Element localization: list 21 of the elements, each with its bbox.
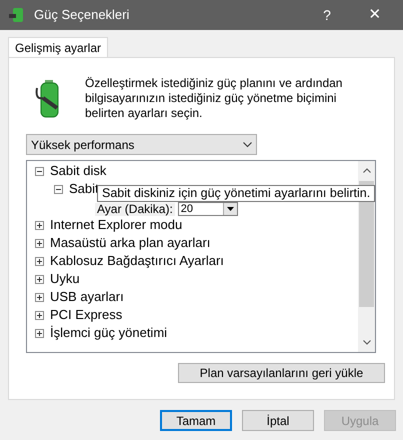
dialog-button[interactable]: İptal	[242, 410, 314, 431]
tree-item[interactable]: PCI Express	[50, 305, 122, 325]
close-button[interactable]: ✕	[355, 4, 395, 26]
window-title: Güç Seçenekleri	[34, 6, 130, 24]
tree-item[interactable]: Kablosuz Bağdaştırıcı Ayarları	[50, 251, 224, 271]
help-button[interactable]: ?	[307, 4, 347, 26]
tree-item[interactable]: Internet Explorer modu	[50, 215, 182, 235]
dialog-button[interactable]: Tamam	[160, 410, 232, 431]
minutes-spinner[interactable]: 20	[178, 202, 238, 216]
tree-item[interactable]: Masaüstü arka plan ayarları	[50, 233, 210, 253]
tooltip: Sabit diskiniz için güç yönetimi ayarlarını belirtin.	[97, 185, 376, 202]
tab[interactable]: Gelişmiş ayarlar	[8, 37, 108, 58]
restore-defaults-button[interactable]: Plan varsayılanlarını geri yükle	[178, 363, 385, 383]
tree-item[interactable]: Sabit	[69, 179, 99, 199]
tree-item[interactable]: Uyku	[50, 269, 80, 289]
tree-item[interactable]: USB ayarları	[50, 287, 124, 307]
description-text: Özelleştirmek istediğiniz güç planını ve ardından bilgisayarınızın istediğiniz güç yönetme biçimini belirten ayarları seçin.	[85, 76, 344, 121]
tree-item[interactable]: İşlemci güç yönetimi	[50, 323, 168, 343]
setting-label: Ayar (Dakika):	[95, 203, 175, 216]
plan-dropdown[interactable]: Yüksek performans	[26, 134, 257, 155]
tree-item[interactable]: Sabit disk	[50, 161, 106, 181]
